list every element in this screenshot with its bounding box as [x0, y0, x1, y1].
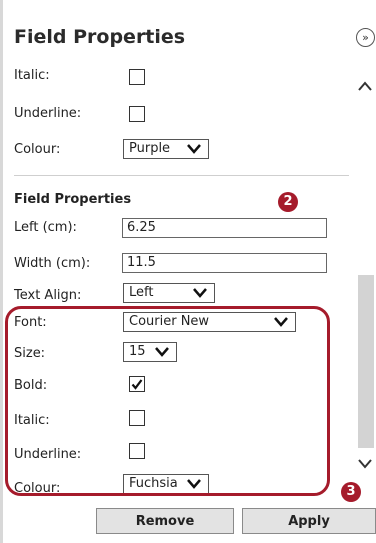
underline-label: Underline: [14, 106, 82, 121]
colour-select-value: Purple [129, 141, 171, 156]
scroll-up-icon[interactable] [358, 80, 372, 92]
italic-label: Italic: [14, 68, 50, 83]
text-align-select[interactable]: Left [123, 283, 215, 303]
text-align-value: Left [129, 285, 154, 300]
left-cm-input[interactable]: 6.25 [122, 218, 327, 238]
panel-left-edge [0, 0, 3, 543]
chevron-down-icon [187, 144, 201, 154]
panel-title: Field Properties [14, 26, 186, 48]
step-marker-2: 2 [278, 192, 298, 212]
scrollbar-thumb[interactable] [358, 275, 374, 448]
underline-checkbox[interactable] [129, 106, 145, 122]
left-cm-label: Left (cm): [14, 220, 77, 235]
section-title: Field Properties [14, 192, 132, 207]
section-divider [14, 175, 349, 176]
apply-button[interactable]: Apply [242, 508, 376, 534]
field-properties-panel: Field Properties » Italic: Underline: Co… [0, 0, 376, 543]
colour-label: Colour: [14, 142, 61, 157]
chevron-down-icon [193, 288, 207, 298]
remove-button[interactable]: Remove [96, 508, 234, 534]
italic-checkbox[interactable] [129, 69, 145, 85]
step-marker-3: 3 [341, 482, 361, 502]
collapse-icon[interactable]: » [356, 28, 375, 47]
width-cm-label: Width (cm): [14, 256, 91, 271]
scroll-down-icon[interactable] [358, 458, 372, 470]
highlight-outline [5, 306, 330, 496]
colour-select[interactable]: Purple [123, 139, 209, 159]
text-align-label: Text Align: [14, 288, 82, 303]
width-cm-input[interactable]: 11.5 [122, 253, 327, 273]
